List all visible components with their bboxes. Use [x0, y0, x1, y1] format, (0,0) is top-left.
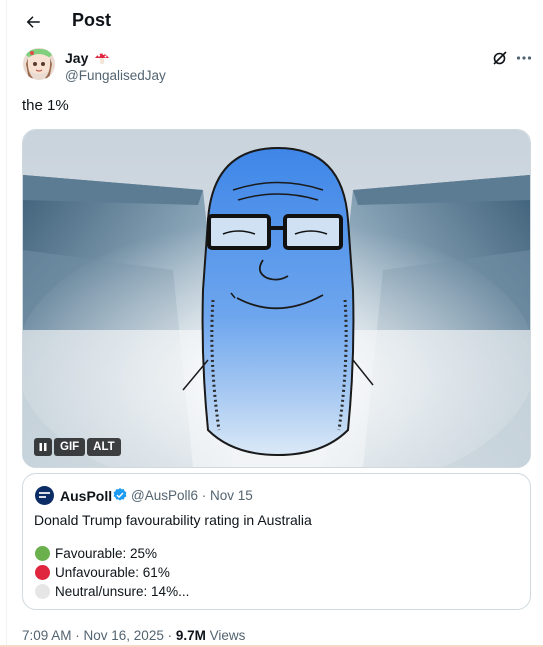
white-circle-icon	[35, 584, 50, 599]
grok-button[interactable]	[489, 48, 511, 68]
poll-option-unfavourable: Unfavourable: 61%	[35, 565, 170, 580]
quoted-text: Donald Trump favourability rating in Aus…	[34, 512, 312, 528]
author-handle[interactable]: @FungalisedJay	[65, 68, 166, 83]
post-detail-column: Post Jay @FungalisedJay the 1% GIF ALT A…	[6, 0, 542, 647]
author-name-text: Jay	[65, 50, 89, 66]
quoted-avatar	[35, 486, 54, 505]
author-avatar[interactable]	[23, 48, 55, 80]
pause-button[interactable]	[34, 438, 52, 456]
poll-option-neutral: Neutral/unsure: 14%...	[35, 584, 189, 599]
views-label: Views	[205, 628, 246, 643]
post-text: the 1%	[22, 97, 69, 114]
more-options-button[interactable]	[513, 48, 535, 68]
back-button[interactable]	[17, 6, 49, 38]
media-controls: GIF ALT	[34, 438, 121, 456]
alt-badge[interactable]: ALT	[87, 438, 121, 456]
page-title: Post	[72, 10, 112, 30]
post-timestamp[interactable]: 7:09 AM · Nov 16, 2025 ·	[22, 628, 176, 643]
views-count[interactable]: 9.7M	[176, 628, 206, 643]
grok-icon	[493, 51, 507, 65]
arrow-left-icon	[26, 16, 40, 28]
poll-option-label: Favourable: 25%	[55, 546, 158, 561]
quoted-post[interactable]: AusPoll @AusPoll6 · Nov 15 Donald Trump …	[22, 473, 531, 610]
quoted-handle-date: @AusPoll6 · Nov 15	[131, 488, 253, 503]
author-row: Jay @FungalisedJay	[23, 48, 533, 88]
green-circle-icon	[35, 546, 50, 561]
post-gif-media[interactable]: GIF ALT	[22, 129, 531, 468]
pause-icon	[39, 443, 47, 451]
quoted-display-name: AusPoll	[60, 488, 113, 504]
author-display-name[interactable]: Jay	[65, 50, 110, 66]
header-bar: Post	[7, 0, 543, 44]
poll-option-favourable: Favourable: 25%	[35, 546, 157, 561]
post-meta: 7:09 AM · Nov 16, 2025 · 9.7M Views	[22, 628, 245, 643]
mushroom-icon	[95, 53, 110, 64]
gif-badge[interactable]: GIF	[54, 438, 86, 456]
more-dots-icon	[516, 56, 532, 60]
poll-option-label: Unfavourable: 61%	[55, 565, 170, 580]
verified-badge-icon	[113, 488, 127, 501]
gif-image	[23, 130, 530, 467]
poll-option-label: Neutral/unsure: 14%...	[55, 584, 190, 599]
red-circle-icon	[35, 565, 50, 580]
